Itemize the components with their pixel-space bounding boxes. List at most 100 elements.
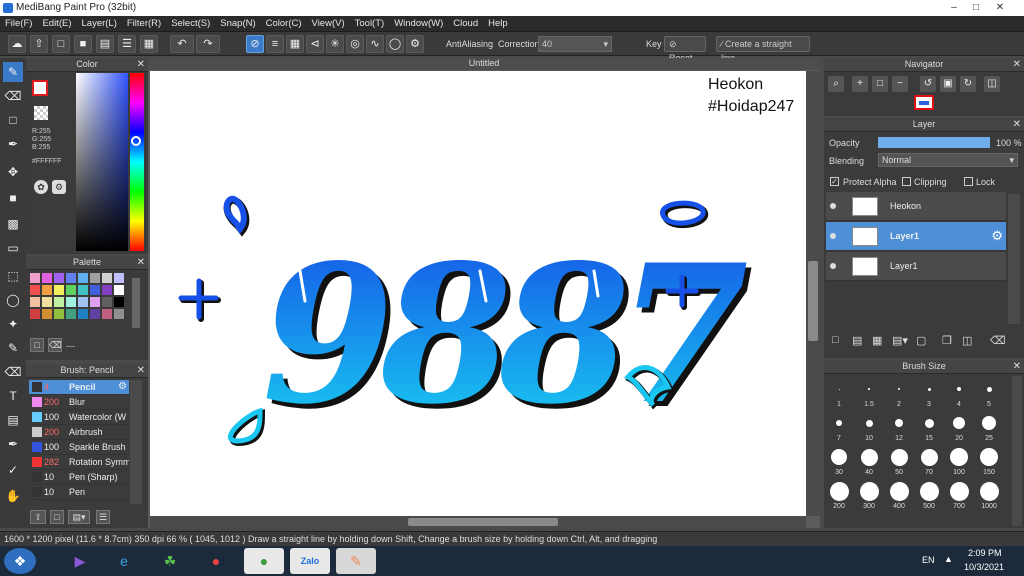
clock-date[interactable]: 10/3/2021 — [964, 562, 1004, 572]
navigator-preview[interactable] — [914, 95, 934, 110]
brush-item[interactable]: 200 Blur — [29, 395, 129, 410]
palette-swatch[interactable] — [66, 285, 76, 295]
menu-view[interactable]: View(V) — [307, 16, 350, 31]
fill-rect-tool-icon[interactable]: ■ — [3, 188, 23, 208]
correction-select[interactable]: 40 ▾ — [538, 36, 612, 52]
brush-size-option[interactable] — [898, 388, 900, 390]
blending-select[interactable]: Normal ▾ — [878, 153, 1018, 167]
brush-item[interactable]: 200 Airbrush — [29, 425, 129, 440]
duplicate-layer-icon[interactable]: ❐ — [942, 334, 952, 347]
grid-snap-icon[interactable]: ▦ — [286, 35, 304, 53]
new-layer-copy-icon[interactable]: ▤ — [852, 334, 862, 347]
brush-item[interactable]: 282 Rotation Symm — [29, 455, 129, 470]
layer-row[interactable]: Layer1 — [826, 252, 1006, 281]
magic-wand-icon[interactable]: ✦ — [3, 314, 23, 334]
vertical-scroll-thumb[interactable] — [808, 261, 818, 341]
brush-item[interactable]: 4 Pencil ⚙ — [29, 380, 129, 395]
visual-studio-icon[interactable]: ▶ — [60, 548, 100, 574]
palette-delete-icon[interactable]: ⌫ — [48, 338, 62, 352]
panel-close-icon[interactable]: ✕ — [1013, 58, 1021, 71]
hue-slider[interactable] — [130, 73, 144, 251]
rotate-left-icon[interactable]: ↺ — [920, 76, 936, 92]
template-icon[interactable]: ▦ — [140, 35, 158, 53]
palette-swatch[interactable] — [78, 309, 88, 319]
drawing-canvas[interactable]: Heokon #Hoidap247 9887 9887 — [150, 71, 806, 516]
saturation-value-picker[interactable] — [76, 73, 128, 251]
palette-swatch[interactable] — [114, 309, 124, 319]
eyedropper-icon[interactable]: ✒ — [3, 434, 23, 454]
brush-new-icon[interactable]: □ — [50, 510, 64, 524]
brush-settings-icon[interactable]: ☰ — [96, 510, 110, 524]
brush-item[interactable]: 100 Sparkle Brush — [29, 440, 129, 455]
palette-swatch[interactable] — [30, 309, 40, 319]
redo-icon[interactable]: ↷ — [196, 35, 220, 53]
brush-size-option[interactable] — [838, 388, 840, 390]
minimize-button[interactable]: – — [944, 0, 964, 16]
maximize-button[interactable]: □ — [966, 0, 986, 16]
visibility-eye-icon[interactable] — [830, 203, 836, 209]
menu-select[interactable]: Select(S) — [166, 16, 215, 31]
palette-new-icon[interactable]: □ — [30, 338, 44, 352]
brush-size-option[interactable] — [950, 448, 968, 466]
color-settings-icon[interactable]: ⚙ — [52, 180, 66, 194]
brush-tool-icon[interactable]: ✎ — [3, 62, 23, 82]
palette-swatch[interactable] — [78, 297, 88, 307]
brush-size-option[interactable] — [865, 419, 873, 427]
panel-close-icon[interactable]: ✕ — [137, 364, 145, 377]
list-icon[interactable]: ☰ — [118, 35, 136, 53]
brush-size-option[interactable] — [860, 448, 878, 466]
select-eraser-icon[interactable]: ⌫ — [3, 362, 23, 382]
canvas-tab[interactable]: Untitled — [148, 58, 820, 70]
palette-swatch[interactable] — [102, 285, 112, 295]
menu-edit[interactable]: Edit(E) — [37, 16, 76, 31]
zalo-icon[interactable]: Zalo — [290, 548, 330, 574]
folder-icon[interactable]: ▢ — [916, 334, 926, 347]
new-layer-icon[interactable]: □ — [832, 334, 839, 346]
internet-explorer-icon[interactable]: e — [104, 548, 144, 574]
text-tool-icon[interactable]: T — [3, 386, 23, 406]
brush-size-option[interactable] — [924, 418, 934, 428]
gear-snap-icon[interactable]: ⚙ — [406, 35, 424, 53]
brush-size-option[interactable] — [980, 448, 998, 466]
rotate-reset-icon[interactable]: ▣ — [940, 76, 956, 92]
delete-layer-icon[interactable]: ⌫ — [990, 334, 1006, 347]
gradient-tool-icon[interactable]: ▭ — [3, 238, 23, 258]
palette-swatch[interactable] — [54, 285, 64, 295]
brush-size-option[interactable] — [895, 419, 903, 427]
visibility-eye-icon[interactable] — [830, 263, 836, 269]
menu-color[interactable]: Color(C) — [261, 16, 307, 31]
clipping-checkbox[interactable] — [902, 177, 911, 186]
snap-off-icon[interactable]: ⊘ — [246, 35, 264, 53]
palette-swatch[interactable] — [102, 297, 112, 307]
brush-size-option[interactable] — [957, 387, 961, 391]
undo-icon[interactable]: ↶ — [170, 35, 194, 53]
brush-settings-gear-icon[interactable]: ⚙ — [118, 380, 127, 394]
brush-size-option[interactable] — [986, 386, 992, 392]
brush-size-option[interactable] — [889, 481, 909, 501]
chrome-icon[interactable]: ● — [196, 548, 236, 574]
brush-item[interactable]: 10 Pen (Sharp) — [29, 470, 129, 485]
brush-size-option[interactable] — [979, 481, 999, 501]
brush-size-option[interactable] — [831, 449, 847, 465]
opacity-slider[interactable] — [878, 137, 990, 148]
palette-swatch[interactable] — [66, 273, 76, 283]
merge-layer-icon[interactable]: ◫ — [962, 334, 972, 347]
comment-icon[interactable]: □ — [52, 35, 70, 53]
palette-swatch[interactable] — [42, 273, 52, 283]
share-icon[interactable]: ⇧ — [30, 35, 48, 53]
palette-swatch[interactable] — [30, 285, 40, 295]
document-icon[interactable]: ▤ — [96, 35, 114, 53]
palette-swatch[interactable] — [30, 273, 40, 283]
palette-scrollbar[interactable] — [132, 278, 140, 328]
perspective-snap-icon[interactable]: ⊲ — [306, 35, 324, 53]
tray-arrow-icon[interactable]: ▲ — [944, 554, 953, 564]
menu-help[interactable]: Help — [483, 16, 513, 31]
flip-icon[interactable]: ◫ — [984, 76, 1000, 92]
panel-close-icon[interactable]: ✕ — [1013, 360, 1021, 373]
menu-snap[interactable]: Snap(N) — [215, 16, 260, 31]
palette-swatch[interactable] — [78, 273, 88, 283]
transparent-swatch[interactable] — [34, 106, 48, 120]
palette-swatch-grid[interactable] — [30, 273, 142, 331]
shape-tool-icon[interactable]: □ — [3, 110, 23, 130]
divide-tool-icon[interactable]: ▤ — [3, 410, 23, 430]
